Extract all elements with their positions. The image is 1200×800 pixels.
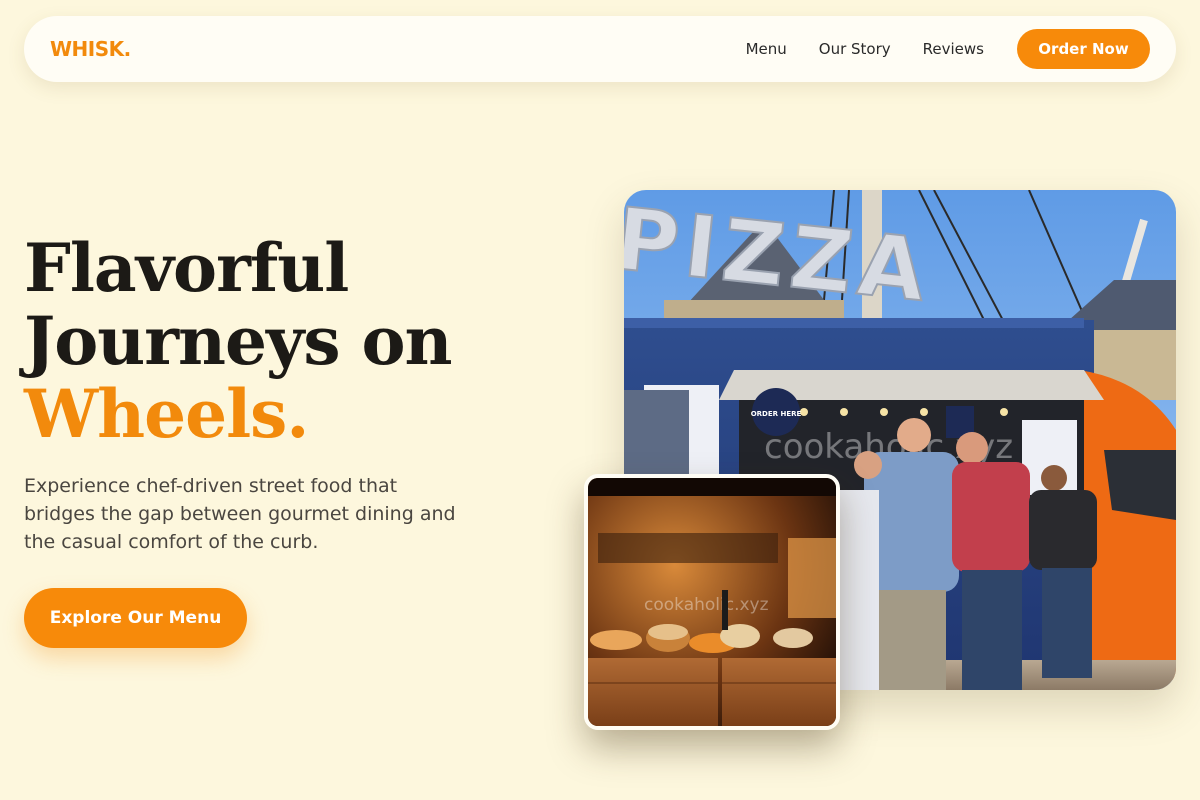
hero-title-accent: Wheels.	[24, 375, 309, 453]
hero-title-line-2: Journeys on	[24, 302, 452, 380]
hero-title-line-1: Flavorful	[24, 229, 349, 307]
hero-subtitle: Experience chef-driven street food that …	[24, 475, 456, 553]
explore-menu-button[interactable]: Explore Our Menu	[24, 588, 247, 648]
order-here-sign: ORDER HERE	[751, 410, 802, 418]
nav-link-menu[interactable]: Menu	[746, 40, 787, 58]
nav-link-our-story[interactable]: Our Story	[819, 40, 891, 58]
navbar: WHISK. Menu Our Story Reviews Order Now	[24, 16, 1176, 82]
nav-link-reviews[interactable]: Reviews	[923, 40, 984, 58]
hero-title: Flavorful Journeys on Wheels.	[24, 232, 584, 451]
order-now-button[interactable]: Order Now	[1017, 29, 1150, 69]
nav-links: Menu Our Story Reviews Order Now	[746, 29, 1150, 69]
page: WHISK. Menu Our Story Reviews Order Now …	[0, 0, 1200, 800]
food-dishes-image: cookaholic.xyz	[584, 474, 840, 730]
logo[interactable]: WHISK.	[50, 37, 131, 61]
small-image-watermark: cookaholic.xyz	[644, 595, 769, 615]
